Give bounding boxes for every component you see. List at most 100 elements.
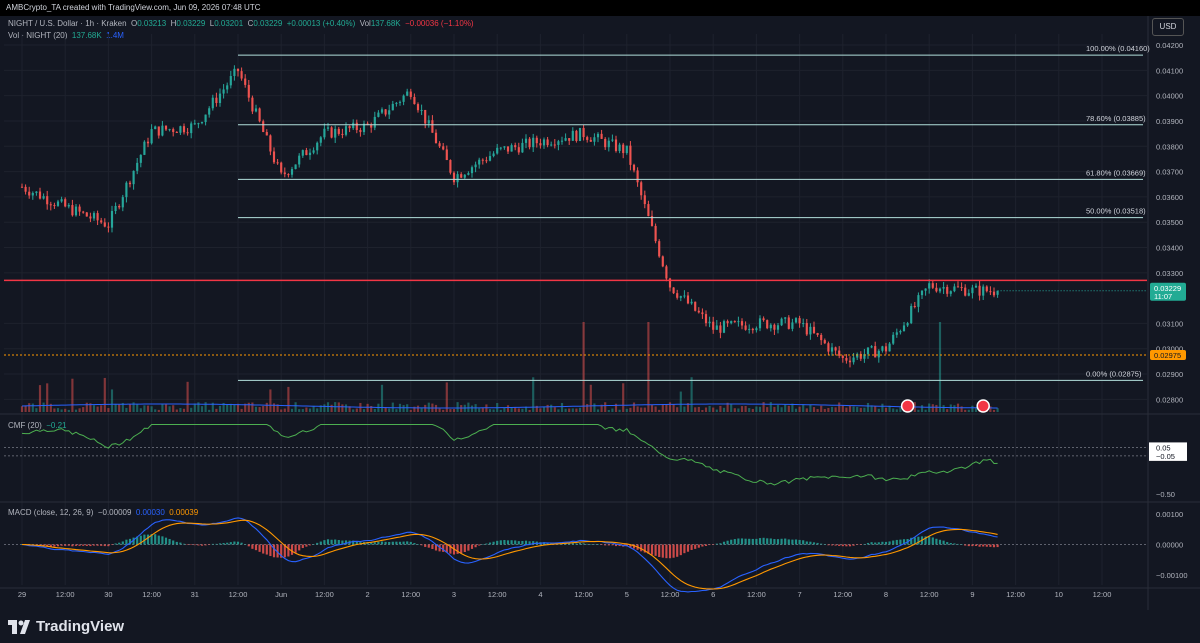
- macd-name[interactable]: MACD (close, 12, 26, 9): [8, 508, 93, 517]
- candle-body: [769, 324, 772, 329]
- volume-bar: [35, 408, 38, 412]
- macd-histogram-bar: [269, 544, 272, 557]
- macd-histogram-bar: [985, 544, 988, 547]
- candle: [107, 222, 110, 233]
- candle-body: [967, 293, 970, 296]
- volume-bar: [622, 383, 625, 412]
- macd-histogram-bar: [157, 535, 160, 545]
- candle: [427, 115, 430, 128]
- chart-canvas[interactable]: 29 12:00 30 12:00 31 12:00 Jun 12:00 2 12:00 3 12:0…: [0, 0, 1200, 610]
- candle-body: [136, 162, 139, 171]
- macd-histogram-bar: [161, 536, 164, 545]
- macd-histogram-bar: [992, 544, 996, 548]
- event-flag-icon: [976, 399, 990, 413]
- candle: [776, 322, 780, 334]
- candle: [956, 281, 960, 288]
- candle: [485, 156, 488, 164]
- candle: [326, 122, 330, 132]
- volume-bar: [136, 404, 139, 412]
- candle-body: [524, 138, 528, 143]
- macd-histogram-bar: [456, 544, 459, 554]
- volume-bar: [460, 405, 463, 412]
- macd-histogram-bar: [708, 544, 711, 546]
- candle-body: [323, 128, 326, 138]
- macd-histogram-bar: [53, 544, 56, 547]
- volume-bar: [308, 408, 312, 412]
- candle-body: [992, 291, 996, 296]
- candle: [100, 217, 103, 224]
- candle-body: [773, 324, 776, 330]
- macd-histogram-bar: [974, 544, 978, 546]
- macd-histogram-bar: [334, 539, 337, 545]
- candle: [470, 165, 474, 178]
- volume-bar: [661, 404, 664, 412]
- volume-bar: [560, 402, 564, 412]
- candle: [794, 317, 798, 324]
- volume-bar: [215, 408, 218, 412]
- time-axis-label: 12:00: [661, 590, 680, 599]
- macd-histogram-bar: [85, 544, 88, 546]
- volume-bar: [118, 404, 121, 412]
- volume-bar: [935, 404, 938, 412]
- candle: [164, 125, 168, 132]
- candle-body: [463, 174, 466, 178]
- candle: [431, 115, 434, 133]
- macd-histogram-bar: [740, 538, 744, 545]
- candle-body: [848, 360, 852, 363]
- volume-bar: [967, 409, 970, 412]
- macd-histogram-bar: [978, 544, 981, 547]
- candle: [859, 351, 862, 362]
- volume-bar: [996, 408, 999, 412]
- time-axis-label: 9: [970, 590, 974, 599]
- time-axis-label: 12:00: [747, 590, 766, 599]
- candle: [204, 114, 207, 126]
- candle: [121, 194, 124, 212]
- volume-bar: [564, 408, 567, 412]
- cmf-name[interactable]: CMF (20): [8, 421, 42, 430]
- candle-body: [776, 325, 780, 330]
- price-axis-label: 0.04200: [1156, 41, 1183, 50]
- volume-bar: [139, 408, 142, 412]
- volume-bar: [949, 404, 952, 412]
- candle: [658, 239, 661, 258]
- candle-body: [910, 306, 913, 324]
- macd-histogram-bar: [870, 542, 873, 545]
- volume-bar: [625, 408, 628, 412]
- macd-histogram-bar: [996, 544, 999, 548]
- volume-bar: [744, 405, 747, 412]
- macd-histogram-bar: [956, 543, 960, 545]
- candle: [582, 124, 585, 141]
- time-axis-label: 12:00: [315, 590, 334, 599]
- candle: [848, 356, 852, 368]
- macd-histogram-bar: [805, 541, 808, 545]
- candle: [614, 135, 618, 153]
- candle-body: [672, 287, 675, 294]
- candle: [56, 199, 60, 207]
- macd-histogram-bar: [294, 544, 297, 553]
- macd-histogram-bar: [463, 544, 466, 553]
- macd-histogram-bar: [510, 540, 513, 545]
- candle: [128, 180, 132, 188]
- volume-bar: [323, 404, 326, 412]
- volume-bar: [258, 407, 261, 412]
- candle: [420, 104, 423, 116]
- macd-histogram-bar: [755, 538, 758, 545]
- candle: [139, 154, 142, 168]
- candle: [712, 316, 715, 334]
- candle: [262, 119, 265, 133]
- candle-body: [499, 147, 502, 149]
- macd-histogram-bar: [830, 544, 834, 546]
- candle-body: [262, 121, 265, 133]
- candle-body: [168, 129, 171, 131]
- macd-histogram-bar: [308, 544, 312, 546]
- tradingview-logo[interactable]: TradingView: [8, 618, 124, 635]
- volume-bar: [71, 378, 74, 412]
- macd-histogram-bar: [492, 541, 495, 545]
- time-axis-label: 3: [452, 590, 456, 599]
- candle: [816, 332, 819, 337]
- macd-histogram-bar: [586, 543, 589, 545]
- time-axis-label: 8: [884, 590, 888, 599]
- macd-histogram-bar: [578, 542, 582, 545]
- volume-bar: [456, 402, 459, 412]
- macd-histogram-bar: [460, 544, 463, 554]
